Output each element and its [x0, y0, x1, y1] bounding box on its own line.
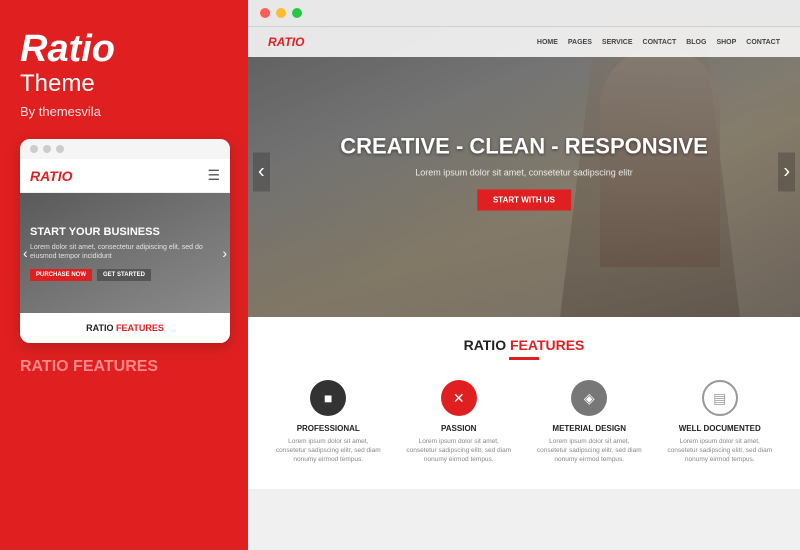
brand-title: Ratio — [20, 30, 228, 68]
nav-link-service[interactable]: SERVICE — [602, 39, 633, 46]
brand-subtitle: Theme — [20, 70, 228, 98]
mobile-getstarted-button[interactable]: GET STARTED — [97, 269, 151, 281]
mobile-nav: RATIO ☰ — [20, 159, 230, 193]
feature-item-documented: ▤ WELL DOCUMENTED Lorem ipsum dolor sit … — [660, 375, 781, 469]
desktop-hero-subtitle: Lorem ipsum dolor sit amet, consetetur s… — [340, 168, 708, 178]
left-bottom-ratio: RATIO — [20, 358, 69, 375]
mobile-mockup: RATIO ☰ ‹ START YOUR BUSINESS Lorem dolo… — [20, 139, 230, 343]
mobile-arrow-left-icon[interactable]: ‹ — [23, 245, 28, 261]
left-bottom-title: RATIO FEATURES — [20, 358, 228, 376]
feature-professional-name: PROFESSIONAL — [273, 424, 384, 433]
left-bottom-features: RATIO FEATURES — [20, 358, 228, 376]
mobile-hero: ‹ START YOUR BUSINESS Lorem dolor sit am… — [20, 193, 230, 313]
mobile-purchase-button[interactable]: PURCHASE NOW — [30, 269, 92, 281]
mobile-hero-content: START YOUR BUSINESS Lorem dolor sit amet… — [30, 225, 220, 281]
left-bottom-features-label: FEATURES — [73, 358, 158, 375]
feature-professional-desc: Lorem ipsum dolor sit amet, consetetur s… — [273, 437, 384, 464]
mobile-logo: RATIO — [30, 168, 73, 184]
feature-passion-name: PASSION — [404, 424, 515, 433]
feature-material-name: METERIAL DESIGN — [534, 424, 645, 433]
nav-link-contact[interactable]: CONTACT — [643, 39, 677, 46]
feature-material-desc: Lorem ipsum dolor sit amet, consetetur s… — [534, 437, 645, 464]
mobile-features-title: RATIO FEATURES — [30, 323, 220, 333]
desktop-nav-links: HOME PAGES SERVICE CONTACT BLOG SHOP CON… — [537, 39, 780, 46]
desktop-hero: RATIO HOME PAGES SERVICE CONTACT BLOG SH… — [248, 27, 800, 317]
browser-dot-1 — [260, 8, 270, 18]
mobile-arrow-right-icon[interactable]: › — [222, 245, 227, 261]
brand-by: By themesvila — [20, 104, 228, 119]
browser-chrome — [248, 0, 800, 27]
nav-link-home[interactable]: HOME — [537, 39, 558, 46]
browser-dot-3 — [292, 8, 302, 18]
left-panel: Ratio Theme By themesvila RATIO ☰ ‹ STAR… — [0, 0, 248, 550]
mobile-browser-bar — [20, 139, 230, 159]
desktop-hero-arrow-left-icon[interactable]: ‹ — [253, 153, 270, 192]
feature-item-material: ◈ METERIAL DESIGN Lorem ipsum dolor sit … — [529, 375, 650, 469]
mobile-dot-2 — [43, 145, 51, 153]
desktop-hero-cta-button[interactable]: START WITH US — [477, 190, 571, 211]
right-panel: RATIO HOME PAGES SERVICE CONTACT BLOG SH… — [248, 0, 800, 550]
nav-link-pages[interactable]: PAGES — [568, 39, 592, 46]
feature-documented-icon: ▤ — [702, 380, 738, 416]
desktop-hero-content: CREATIVE - CLEAN - RESPONSIVE Lorem ipsu… — [340, 134, 708, 211]
mobile-hero-text: Lorem dolor sit amet, consectetur adipis… — [30, 243, 220, 261]
feature-passion-desc: Lorem ipsum dolor sit amet, consetetur s… — [404, 437, 515, 464]
mobile-dot-3 — [56, 145, 64, 153]
feature-item-passion: ✕ PASSION Lorem ipsum dolor sit amet, co… — [399, 375, 520, 469]
feature-documented-name: WELL DOCUMENTED — [665, 424, 776, 433]
mobile-hero-title: START YOUR BUSINESS — [30, 225, 220, 239]
features-title-highlight: FEATURES — [510, 337, 584, 353]
features-title-ratio: RATIO — [464, 337, 507, 353]
feature-material-icon: ◈ — [571, 380, 607, 416]
desktop-hero-title: CREATIVE - CLEAN - RESPONSIVE — [340, 134, 708, 160]
nav-link-shop[interactable]: SHOP — [716, 39, 736, 46]
desktop-nav: RATIO HOME PAGES SERVICE CONTACT BLOG SH… — [248, 27, 800, 57]
desktop-hero-arrow-right-icon[interactable]: › — [778, 153, 795, 192]
browser-content: RATIO HOME PAGES SERVICE CONTACT BLOG SH… — [248, 27, 800, 550]
browser-dot-2 — [276, 8, 286, 18]
features-grid: ■ PROFESSIONAL Lorem ipsum dolor sit ame… — [268, 375, 780, 469]
mobile-hamburger-icon[interactable]: ☰ — [207, 167, 220, 184]
feature-professional-icon: ■ — [310, 380, 346, 416]
mobile-features: RATIO FEATURES — [20, 313, 230, 343]
features-underline — [509, 357, 539, 360]
mobile-hero-buttons: PURCHASE NOW GET STARTED — [30, 269, 220, 281]
desktop-features-section: RATIO FEATURES ■ PROFESSIONAL Lorem ipsu… — [248, 317, 800, 489]
desktop-features-title: RATIO FEATURES — [268, 337, 780, 353]
mobile-dot-1 — [30, 145, 38, 153]
nav-link-blog[interactable]: BLOG — [686, 39, 706, 46]
feature-documented-desc: Lorem ipsum dolor sit amet, consetetur s… — [665, 437, 776, 464]
feature-passion-icon: ✕ — [441, 380, 477, 416]
feature-item-professional: ■ PROFESSIONAL Lorem ipsum dolor sit ame… — [268, 375, 389, 469]
desktop-nav-logo: RATIO — [268, 35, 304, 49]
nav-link-contact2[interactable]: CONTACT — [746, 39, 780, 46]
